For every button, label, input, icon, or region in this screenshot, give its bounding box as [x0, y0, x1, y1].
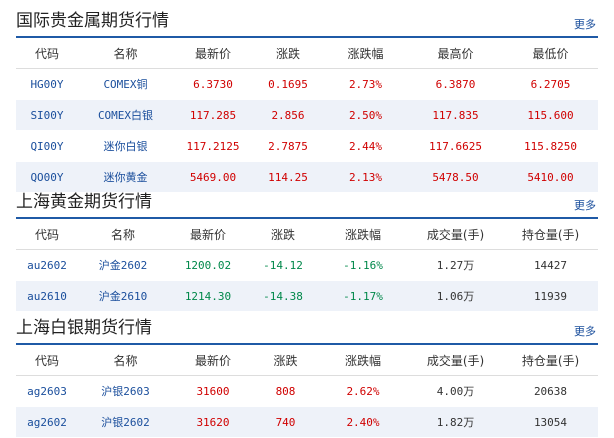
open-interest: 20638	[503, 375, 598, 407]
name-link[interactable]: 迷你白银	[78, 130, 173, 162]
table-header: 代码 名称 最新价 涨跌 涨跌幅 成交量(手) 持仓量(手)	[16, 219, 598, 250]
name-link[interactable]: 沪银2603	[78, 375, 173, 407]
high-price: 6.3870	[408, 68, 503, 100]
more-link[interactable]: 更多	[574, 197, 596, 213]
col-header: 持仓量(手)	[503, 219, 598, 250]
col-header: 代码	[16, 219, 78, 250]
volume: 4.00万	[408, 375, 503, 407]
quote-table: 代码 名称 最新价 涨跌 涨跌幅 成交量(手) 持仓量(手) au2602 沪金…	[16, 219, 598, 312]
open-interest: 11939	[503, 280, 598, 312]
table-row: au2602 沪金2602 1200.02 -14.12 -1.16% 1.27…	[16, 249, 598, 281]
high-price: 5478.50	[408, 161, 503, 193]
col-header: 涨跌幅	[318, 219, 408, 250]
col-header: 涨跌幅	[318, 345, 408, 376]
code-link[interactable]: au2610	[16, 280, 78, 312]
last-price: 6.3730	[173, 68, 253, 100]
col-header: 持仓量(手)	[503, 345, 598, 376]
change-pct: -1.17%	[318, 280, 408, 312]
section-title: 国际贵金属期货行情	[16, 11, 169, 31]
col-header: 名称	[78, 219, 168, 250]
code-link[interactable]: SI00Y	[16, 99, 78, 131]
last-price: 31620	[173, 406, 253, 438]
low-price: 6.2705	[503, 68, 598, 100]
table-row: au2610 沪金2610 1214.30 -14.38 -1.17% 1.06…	[16, 280, 598, 312]
table-row: ag2603 沪银2603 31600 808 2.62% 4.00万 2063…	[16, 375, 598, 407]
low-price: 115.8250	[503, 130, 598, 162]
code-link[interactable]: QI00Y	[16, 130, 78, 162]
code-link[interactable]: ag2603	[16, 375, 78, 407]
high-price: 117.6625	[408, 130, 503, 162]
volume: 1.06万	[408, 280, 503, 312]
col-header: 涨跌幅	[323, 38, 408, 69]
name-link[interactable]: 沪金2610	[78, 280, 168, 312]
open-interest: 13054	[503, 406, 598, 438]
change: 0.1695	[253, 68, 323, 100]
col-header: 成交量(手)	[408, 219, 503, 250]
change: 808	[253, 375, 318, 407]
change-pct: 2.40%	[318, 406, 408, 438]
col-header: 涨跌	[248, 219, 318, 250]
code-link[interactable]: HG00Y	[16, 68, 78, 100]
last-price: 1214.30	[168, 280, 248, 312]
change-pct: 2.13%	[323, 161, 408, 193]
change: -14.38	[248, 280, 318, 312]
code-link[interactable]: au2602	[16, 249, 78, 281]
change-pct: 2.44%	[323, 130, 408, 162]
low-price: 5410.00	[503, 161, 598, 193]
change-pct: 2.50%	[323, 99, 408, 131]
change: -14.12	[248, 249, 318, 281]
volume: 1.82万	[408, 406, 503, 438]
name-link[interactable]: 沪金2602	[78, 249, 168, 281]
col-header: 最高价	[408, 38, 503, 69]
col-header: 代码	[16, 38, 78, 69]
col-header: 最新价	[173, 345, 253, 376]
last-price: 117.285	[173, 99, 253, 131]
col-header: 代码	[16, 345, 78, 376]
more-link[interactable]: 更多	[574, 323, 596, 339]
last-price: 5469.00	[173, 161, 253, 193]
table-header: 代码 名称 最新价 涨跌 涨跌幅 成交量(手) 持仓量(手)	[16, 345, 598, 376]
change-pct: 2.73%	[323, 68, 408, 100]
section-title: 上海黄金期货行情	[16, 192, 152, 212]
section-title: 上海白银期货行情	[16, 318, 152, 338]
col-header: 名称	[78, 345, 173, 376]
name-link[interactable]: COMEX铜	[78, 68, 173, 100]
quote-table: 代码 名称 最新价 涨跌 涨跌幅 最高价 最低价 HG00Y COMEX铜 6.…	[16, 38, 598, 193]
table-row: ag2602 沪银2602 31620 740 2.40% 1.82万 1305…	[16, 406, 598, 438]
col-header: 成交量(手)	[408, 345, 503, 376]
table-row: HG00Y COMEX铜 6.3730 0.1695 2.73% 6.3870 …	[16, 68, 598, 100]
high-price: 117.835	[408, 99, 503, 131]
name-link[interactable]: COMEX白银	[78, 99, 173, 131]
more-link[interactable]: 更多	[574, 16, 596, 32]
change: 2.856	[253, 99, 323, 131]
last-price: 31600	[173, 375, 253, 407]
col-header: 涨跌	[253, 345, 318, 376]
volume: 1.27万	[408, 249, 503, 281]
last-price: 117.2125	[173, 130, 253, 162]
col-header: 最低价	[503, 38, 598, 69]
quote-table: 代码 名称 最新价 涨跌 涨跌幅 成交量(手) 持仓量(手) ag2603 沪银…	[16, 345, 598, 438]
last-price: 1200.02	[168, 249, 248, 281]
col-header: 最新价	[168, 219, 248, 250]
code-link[interactable]: ag2602	[16, 406, 78, 438]
col-header: 名称	[78, 38, 173, 69]
table-header: 代码 名称 最新价 涨跌 涨跌幅 最高价 最低价	[16, 38, 598, 69]
col-header: 涨跌	[253, 38, 323, 69]
change-pct: 2.62%	[318, 375, 408, 407]
low-price: 115.600	[503, 99, 598, 131]
table-row: QI00Y 迷你白银 117.2125 2.7875 2.44% 117.662…	[16, 130, 598, 162]
table-row: SI00Y COMEX白银 117.285 2.856 2.50% 117.83…	[16, 99, 598, 131]
change: 2.7875	[253, 130, 323, 162]
col-header: 最新价	[173, 38, 253, 69]
open-interest: 14427	[503, 249, 598, 281]
change: 114.25	[253, 161, 323, 193]
change: 740	[253, 406, 318, 438]
change-pct: -1.16%	[318, 249, 408, 281]
name-link[interactable]: 沪银2602	[78, 406, 173, 438]
